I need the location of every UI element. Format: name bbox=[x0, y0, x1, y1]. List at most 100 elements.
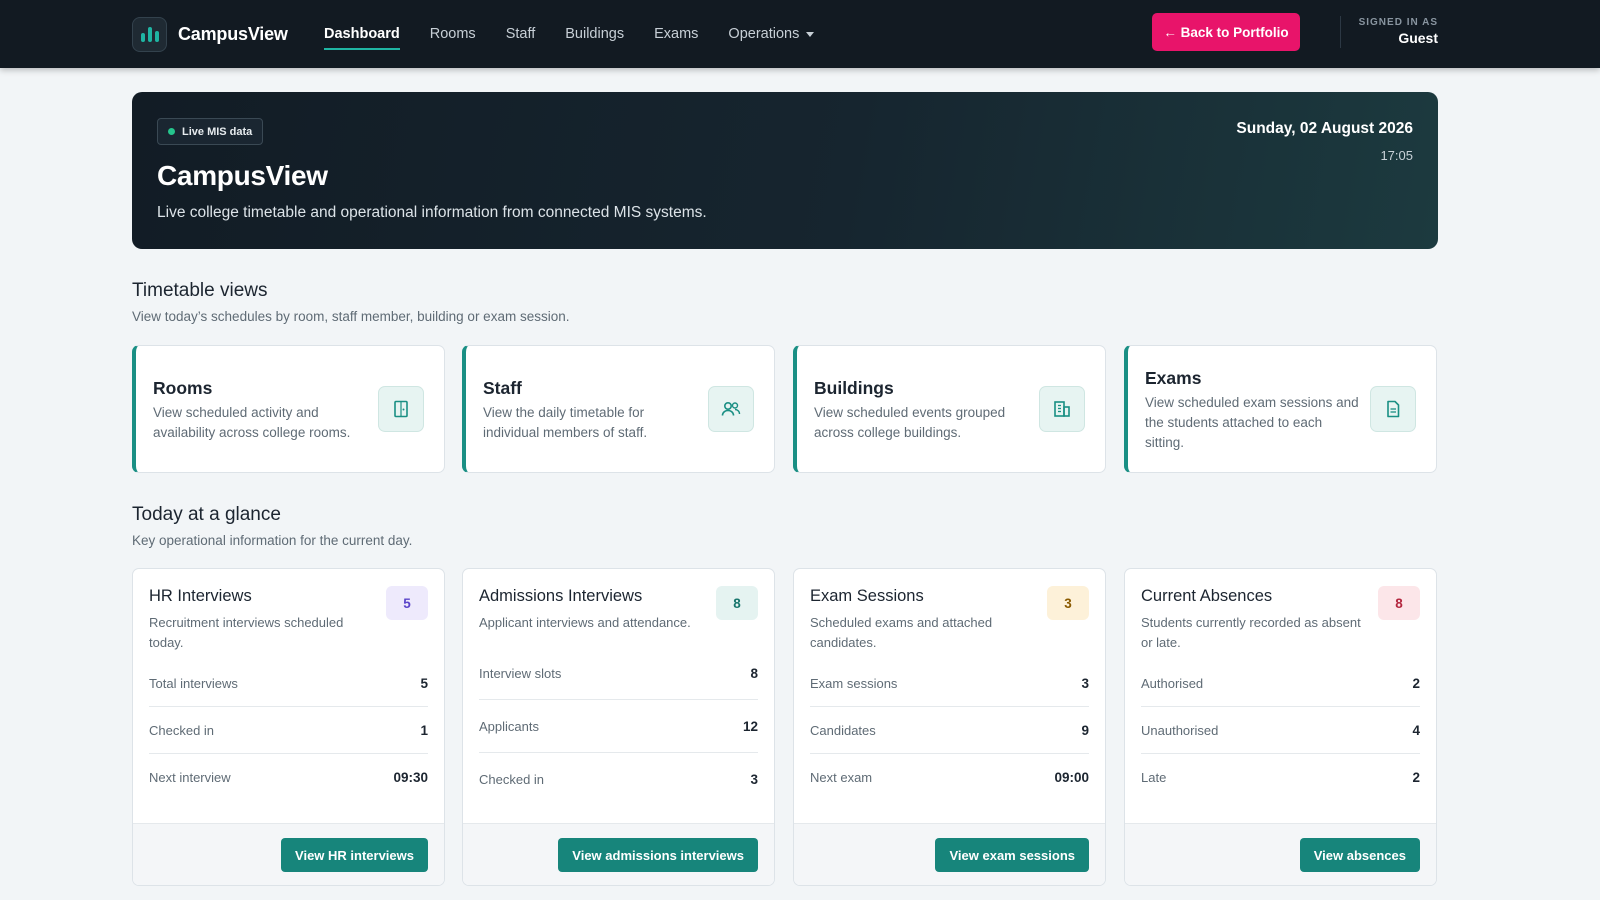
stat-row: Authorised 2 bbox=[1141, 660, 1420, 707]
live-status-dot-icon bbox=[168, 128, 175, 135]
document-icon bbox=[1370, 386, 1416, 432]
glance-card-admissions-interviews: Admissions Interviews Applicant intervie… bbox=[462, 568, 775, 886]
timetable-card-title: Buildings bbox=[814, 378, 894, 398]
stat-value: 9 bbox=[1081, 722, 1089, 738]
card-footer: View HR interviews bbox=[133, 823, 444, 885]
stat-value: 1 bbox=[420, 722, 428, 738]
glance-card-desc: Scheduled exams and attached candidates. bbox=[810, 615, 993, 650]
timetable-card-title: Staff bbox=[483, 378, 522, 398]
card-footer: View exam sessions bbox=[794, 823, 1105, 885]
nav-link-rooms[interactable]: Rooms bbox=[430, 0, 476, 68]
stat-label: Unauthorised bbox=[1141, 722, 1219, 738]
timetable-section-title: Timetable views bbox=[132, 280, 268, 301]
stat-value: 8 bbox=[750, 665, 758, 681]
card-footer: View absences bbox=[1125, 823, 1436, 885]
stat-label: Checked in bbox=[149, 722, 215, 738]
stat-row: Unauthorised 4 bbox=[1141, 707, 1420, 754]
stat-label: Exam sessions bbox=[810, 675, 898, 691]
view-exam-sessions-button[interactable]: View exam sessions bbox=[935, 838, 1089, 872]
live-data-badge: Live MIS data bbox=[157, 118, 264, 145]
stat-row: Next interview 09:30 bbox=[149, 754, 428, 801]
bar-chart-icon bbox=[132, 16, 167, 52]
current-date: Sunday, 02 August 2026 bbox=[1236, 120, 1413, 137]
glance-card-desc: Applicant interviews and attendance. bbox=[479, 615, 691, 630]
current-time: 17:05 bbox=[1380, 148, 1413, 163]
signed-in-label: SIGNED IN AS bbox=[1358, 17, 1438, 28]
signed-in-user: Guest bbox=[1398, 30, 1438, 46]
stat-label: Next interview bbox=[149, 770, 231, 785]
stat-row: Exam sessions 3 bbox=[810, 660, 1089, 707]
view-absences-button[interactable]: View absences bbox=[1299, 838, 1420, 872]
nav-link-dashboard[interactable]: Dashboard bbox=[324, 0, 400, 68]
stat-row: Late 2 bbox=[1141, 754, 1420, 801]
door-icon bbox=[378, 386, 424, 432]
stat-value: 5 bbox=[420, 675, 428, 691]
stat-value: 12 bbox=[742, 718, 758, 734]
count-badge: 8 bbox=[716, 586, 758, 620]
glance-card-title: Current Absences bbox=[1141, 587, 1273, 605]
count-badge: 3 bbox=[1047, 586, 1089, 620]
glance-card-desc: Recruitment interviews scheduled today. bbox=[149, 615, 344, 650]
card-footer: View admissions interviews bbox=[463, 823, 774, 885]
timetable-card-desc: View scheduled activity and availability… bbox=[153, 405, 351, 440]
stat-row: Total interviews 5 bbox=[149, 660, 428, 707]
timetable-section-subtitle: View today’s schedules by room, staff me… bbox=[132, 309, 570, 324]
timetable-card-exams[interactable]: Exams View scheduled exam sessions and t… bbox=[1124, 345, 1437, 473]
glance-section-title: Today at a glance bbox=[132, 504, 281, 525]
timetable-card-title: Exams bbox=[1145, 368, 1202, 388]
timetable-card-title: Rooms bbox=[153, 378, 213, 398]
stat-value: 09:30 bbox=[393, 770, 428, 785]
stat-value: 09:00 bbox=[1054, 770, 1089, 785]
stat-row: Candidates 9 bbox=[810, 707, 1089, 754]
timetable-card-staff[interactable]: Staff View the daily timetable for indiv… bbox=[462, 345, 775, 473]
signed-in-info: SIGNED IN AS Guest bbox=[1359, 17, 1438, 46]
nav-link-buildings[interactable]: Buildings bbox=[565, 0, 624, 68]
glance-card-current-absences: Current Absences Students currently reco… bbox=[1124, 568, 1437, 886]
stat-row: Checked in 3 bbox=[479, 753, 758, 806]
glance-section-subtitle: Key operational information for the curr… bbox=[132, 533, 413, 548]
glance-card-title: Exam Sessions bbox=[810, 587, 924, 605]
glance-card-title: Admissions Interviews bbox=[479, 587, 643, 605]
view-hr-interviews-button[interactable]: View HR interviews bbox=[281, 838, 428, 872]
glance-card-title: HR Interviews bbox=[149, 587, 252, 605]
stats-list: Authorised 2 Unauthorised 4 Late 2 bbox=[1141, 660, 1420, 801]
count-badge: 8 bbox=[1378, 586, 1420, 620]
glance-card-hr-interviews: HR Interviews Recruitment interviews sch… bbox=[132, 568, 445, 886]
timetable-card-desc: View scheduled exam sessions and the stu… bbox=[1145, 395, 1359, 450]
stat-row: Next exam 09:00 bbox=[810, 754, 1089, 801]
stat-value: 2 bbox=[1412, 675, 1420, 691]
stat-label: Authorised bbox=[1141, 675, 1204, 691]
stat-label: Candidates bbox=[810, 722, 876, 738]
stat-value: 4 bbox=[1412, 722, 1420, 738]
glance-card-exam-sessions: Exam Sessions Scheduled exams and attach… bbox=[793, 568, 1106, 886]
live-badge-label: Live MIS data bbox=[182, 125, 253, 138]
stats-list: Total interviews 5 Checked in 1 Next int… bbox=[149, 660, 428, 801]
stat-row: Interview slots 8 bbox=[479, 647, 758, 700]
nav-link-exams[interactable]: Exams bbox=[654, 0, 698, 68]
stat-row: Checked in 1 bbox=[149, 707, 428, 754]
back-to-portfolio-button[interactable]: ← Back to Portfolio bbox=[1152, 13, 1300, 51]
stat-label: Late bbox=[1141, 770, 1167, 785]
count-badge: 5 bbox=[386, 586, 428, 620]
stats-list: Exam sessions 3 Candidates 9 Next exam 0… bbox=[810, 660, 1089, 801]
stat-value: 3 bbox=[750, 772, 758, 787]
timetable-card-desc: View scheduled events grouped across col… bbox=[814, 405, 1006, 440]
building-icon bbox=[1039, 386, 1085, 432]
nav-dropdown-operations-label: Operations bbox=[728, 26, 800, 42]
view-admissions-interviews-button[interactable]: View admissions interviews bbox=[558, 838, 758, 872]
nav-links: Dashboard Rooms Staff Buildings Exams Op… bbox=[324, 0, 844, 68]
stat-value: 3 bbox=[1081, 675, 1089, 691]
nav-link-staff[interactable]: Staff bbox=[506, 0, 536, 68]
hero-banner: Live MIS data CampusView Live college ti… bbox=[132, 92, 1438, 249]
stat-row: Applicants 12 bbox=[479, 700, 758, 753]
top-navbar: CampusView Dashboard Rooms Staff Buildin… bbox=[0, 0, 1600, 68]
stat-label: Next exam bbox=[810, 770, 873, 785]
brand[interactable]: CampusView bbox=[132, 16, 288, 52]
people-icon bbox=[708, 386, 754, 432]
chevron-down-icon bbox=[806, 31, 815, 37]
timetable-card-rooms[interactable]: Rooms View scheduled activity and availa… bbox=[132, 345, 445, 473]
nav-dropdown-operations[interactable]: Operations bbox=[728, 0, 815, 68]
timetable-card-buildings[interactable]: Buildings View scheduled events grouped … bbox=[793, 345, 1106, 473]
stat-label: Checked in bbox=[479, 772, 545, 787]
page-subtitle: Live college timetable and operational i… bbox=[157, 204, 707, 221]
